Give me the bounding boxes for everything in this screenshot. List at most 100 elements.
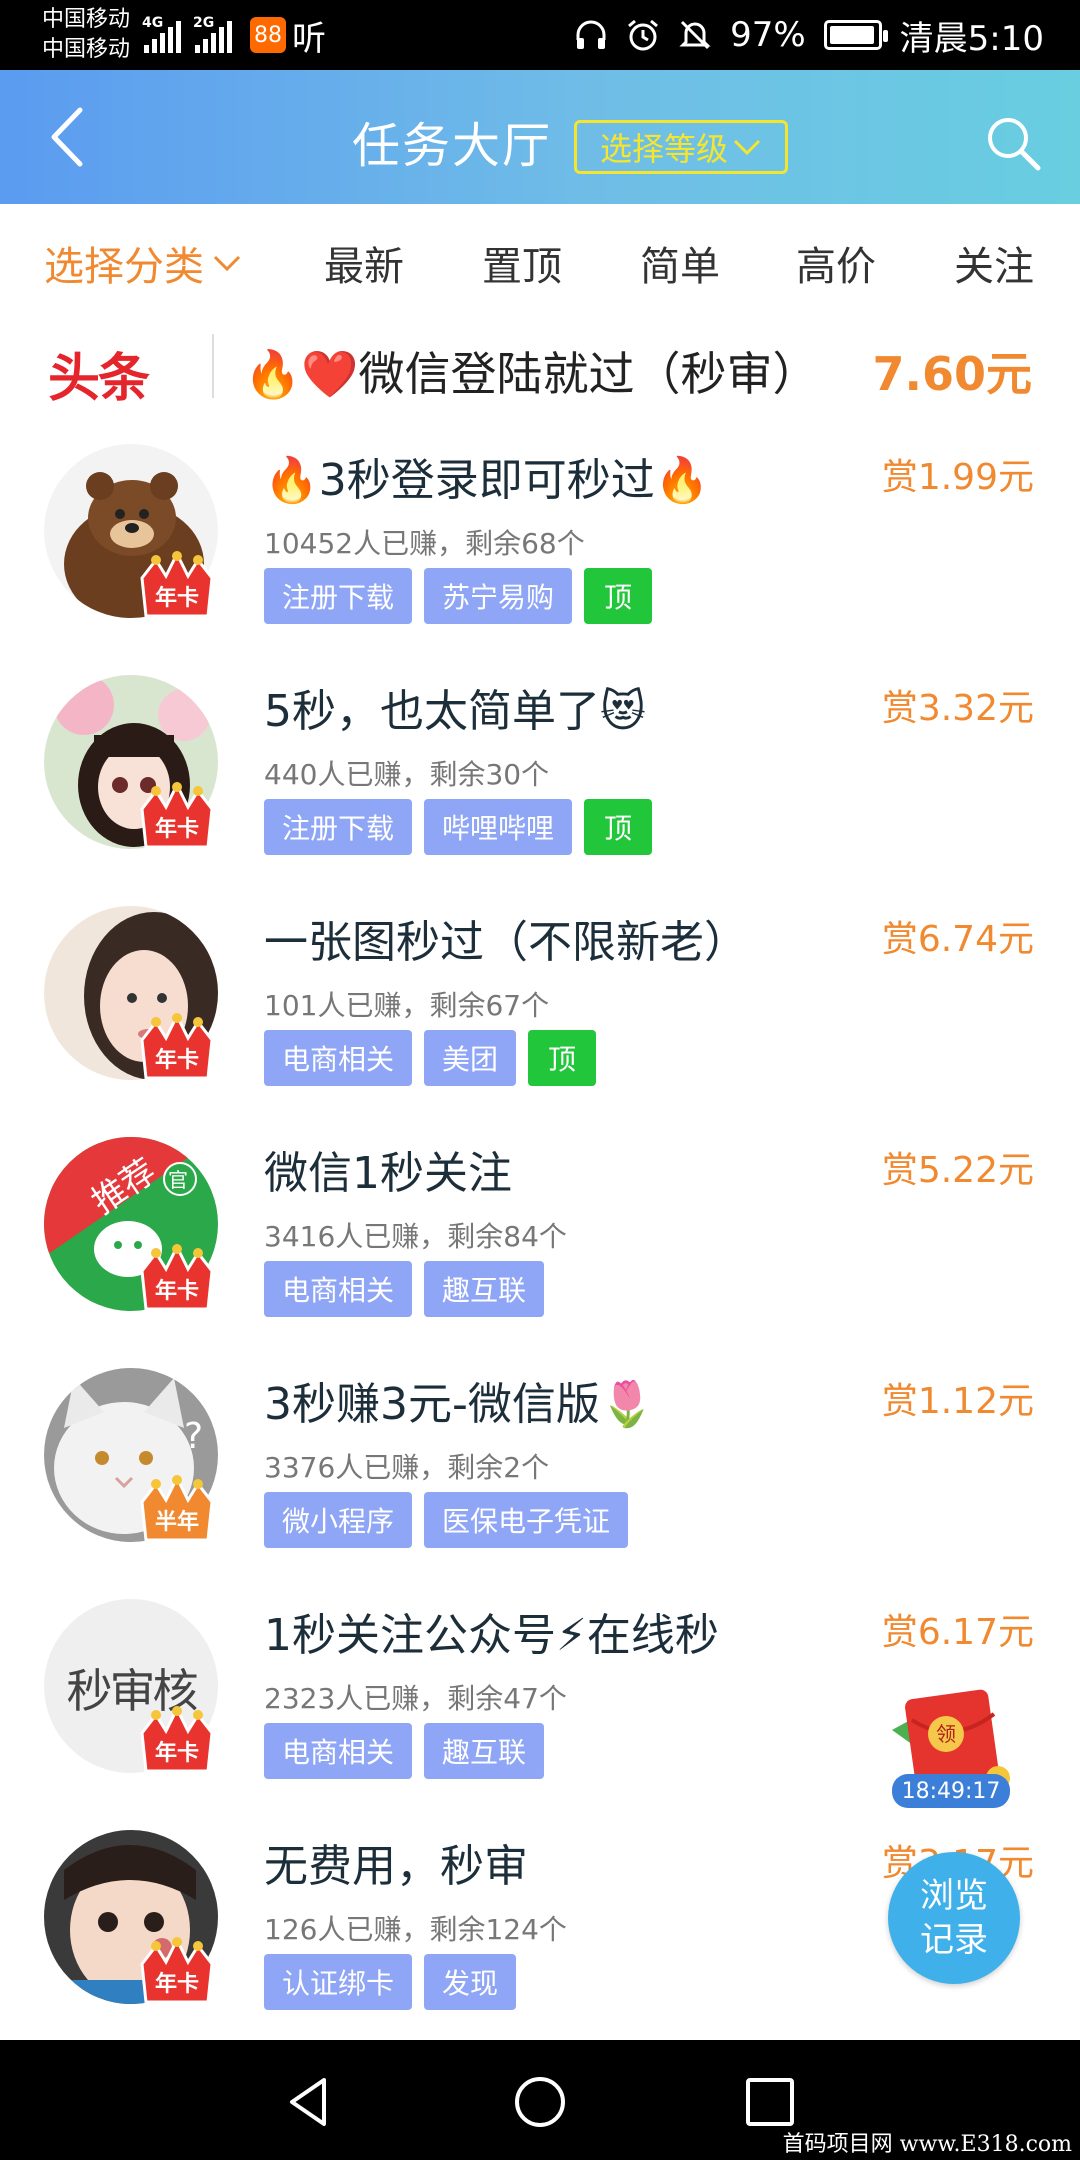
back-icon[interactable]: [40, 104, 100, 170]
avatar-official-text: 官: [168, 1168, 188, 1192]
task-item[interactable]: 年卡 🔥3秒登录即可秒过🔥 赏1.99元 10452人已赚，剩余68个 注册下载…: [0, 418, 1080, 649]
home-circle-icon[interactable]: [512, 2074, 568, 2130]
headline-divider: [212, 334, 214, 398]
task-item[interactable]: 推荐 官 年卡 微信1秒关注 赏5.22元 3416人已赚，剩余84个 电商相关: [0, 1111, 1080, 1342]
task-stats: 101人已赚，剩余67个: [264, 989, 550, 1022]
page-title: 任务大厅: [352, 118, 553, 174]
signals: 4G 2G: [142, 15, 233, 53]
status-right: 97% 清晨5:10: [574, 11, 1044, 60]
app-text: 听: [292, 18, 327, 59]
red-packet-label: 领: [936, 1722, 956, 1746]
task-stats: 440人已赚，剩余30个: [264, 758, 550, 791]
task-item[interactable]: 年卡 5秒，也太简单了😻 赏3.32元 440人已赚，剩余30个 注册下载 哔哩…: [0, 649, 1080, 880]
task-reward: 赏5.22元: [881, 1150, 1034, 1191]
membership-badge: 年卡: [136, 1243, 218, 1313]
membership-badge: 年卡: [136, 550, 218, 620]
badge-label: 年卡: [154, 1741, 199, 1766]
badge-label: 年卡: [154, 586, 199, 611]
battery-percent: 97%: [730, 15, 806, 55]
task-title: 微信1秒关注: [264, 1148, 512, 1199]
chevron-down-icon: [733, 139, 761, 156]
back-triangle-icon[interactable]: [282, 2074, 338, 2130]
tab-follow[interactable]: 关注: [954, 234, 1034, 292]
battery-icon: [823, 20, 888, 50]
task-tag: 注册下载: [264, 799, 413, 855]
task-reward: 赏1.12元: [881, 1381, 1034, 1422]
headline-price: 7.60元: [872, 347, 1033, 401]
task-tag: 医保电子凭证: [424, 1492, 629, 1548]
status-time: 清晨5:10: [899, 18, 1044, 59]
task-tags: 注册下载 哔哩哔哩 顶: [264, 799, 653, 855]
task-tag: 电商相关: [264, 1261, 413, 1317]
pinned-tag: 顶: [584, 568, 653, 624]
task-tag: 认证绑卡: [264, 1954, 413, 2010]
task-tag: 趣互联: [424, 1261, 545, 1317]
net-type-2: 2G: [193, 15, 215, 31]
select-level-button[interactable]: 选择等级: [574, 120, 788, 174]
search-icon[interactable]: [984, 114, 1044, 174]
category-bar: 选择分类 最新 置顶 简单 高价 关注: [0, 204, 1080, 310]
task-item[interactable]: 年卡 一张图秒过（不限新老） 赏6.74元 101人已赚，剩余67个 电商相关 …: [0, 880, 1080, 1111]
alarm-icon: [628, 19, 659, 51]
task-stats: 126人已赚，剩余124个: [264, 1913, 567, 1946]
task-title: 3秒赚3元-微信版🌷: [264, 1379, 655, 1430]
task-title: 5秒，也太简单了😻: [264, 686, 646, 737]
task-reward: 赏3.32元: [881, 688, 1034, 729]
badge-label: 年卡: [154, 1972, 199, 1997]
task-tags: 注册下载 苏宁易购 顶: [264, 568, 653, 624]
membership-badge: 年卡: [136, 1012, 218, 1082]
mute-icon: [679, 20, 711, 50]
task-tag: 电商相关: [264, 1030, 413, 1086]
status-app: 88 听: [250, 11, 326, 60]
task-title: 1秒关注公众号⚡在线秒: [264, 1610, 719, 1661]
task-tag: 趣互联: [424, 1723, 545, 1779]
browse-history-button[interactable]: 浏览 记录: [888, 1852, 1020, 1984]
screen: 中国移动 中国移动 4G 2G 88 听 97% 清晨5:10 任务大厅 选择等…: [0, 0, 1080, 2160]
headline-logo: 头条: [48, 349, 150, 409]
badge-label: 年卡: [154, 1279, 199, 1304]
membership-badge: 年卡: [136, 1705, 218, 1775]
headline-title: 🔥❤️微信登陆就过（秒审）: [244, 347, 819, 401]
tab-high-price[interactable]: 高价: [796, 234, 876, 292]
tab-simple[interactable]: 简单: [640, 234, 720, 292]
task-title: 🔥3秒登录即可秒过🔥: [264, 455, 710, 506]
header: 任务大厅 选择等级: [0, 70, 1080, 204]
history-label-1: 浏览: [920, 1876, 988, 1916]
task-tag: 苏宁易购: [424, 568, 573, 624]
task-tag: 微小程序: [264, 1492, 413, 1548]
carrier-2: 中国移动: [42, 37, 131, 62]
tab-pinned[interactable]: 置顶: [482, 234, 562, 292]
task-item[interactable]: ? 半年 3秒赚3元-微信版🌷 赏1.12元 3376人已赚，剩余2个 微小程序…: [0, 1342, 1080, 1573]
task-title: 一张图秒过（不限新老）: [264, 917, 748, 968]
membership-badge: 年卡: [136, 781, 218, 851]
task-stats: 2323人已赚，剩余47个: [264, 1682, 567, 1715]
pinned-tag: 顶: [528, 1030, 597, 1086]
task-stats: 3416人已赚，剩余84个: [264, 1220, 567, 1253]
history-label-2: 记录: [920, 1920, 988, 1960]
task-tags: 电商相关 趣互联: [264, 1723, 545, 1779]
badge-label: 半年: [154, 1510, 199, 1535]
tab-select-category[interactable]: 选择分类: [44, 234, 242, 292]
task-tags: 认证绑卡 发现: [264, 1954, 517, 2010]
select-level-label: 选择等级: [599, 130, 728, 168]
task-title: 无费用，秒审: [264, 1841, 528, 1892]
headline-banner[interactable]: 头条 🔥❤️微信登陆就过（秒审） 7.60元: [0, 318, 1080, 414]
task-tags: 电商相关 美团 顶: [264, 1030, 597, 1086]
task-tags: 微小程序 医保电子凭证: [264, 1492, 629, 1548]
chevron-down-icon: [213, 255, 241, 272]
tab-newest[interactable]: 最新: [324, 234, 404, 292]
task-tag: 电商相关: [264, 1723, 413, 1779]
navigation-bar: 首码项目网 www.E318.com: [0, 2040, 1080, 2160]
task-tag: 美团: [424, 1030, 517, 1086]
task-reward: 赏6.17元: [881, 1612, 1034, 1653]
membership-badge: 年卡: [136, 1936, 218, 2006]
svg-text:?: ?: [184, 1416, 203, 1457]
task-tag: 发现: [424, 1954, 517, 2010]
pinned-tag: 顶: [584, 799, 653, 855]
carrier-1: 中国移动: [42, 7, 131, 32]
badge-label: 年卡: [154, 817, 199, 842]
watermark: 首码项目网 www.E318.com: [782, 2132, 1072, 2157]
task-tag: 注册下载: [264, 568, 413, 624]
task-tag: 哔哩哔哩: [424, 799, 573, 855]
recent-square-icon[interactable]: [742, 2074, 798, 2130]
